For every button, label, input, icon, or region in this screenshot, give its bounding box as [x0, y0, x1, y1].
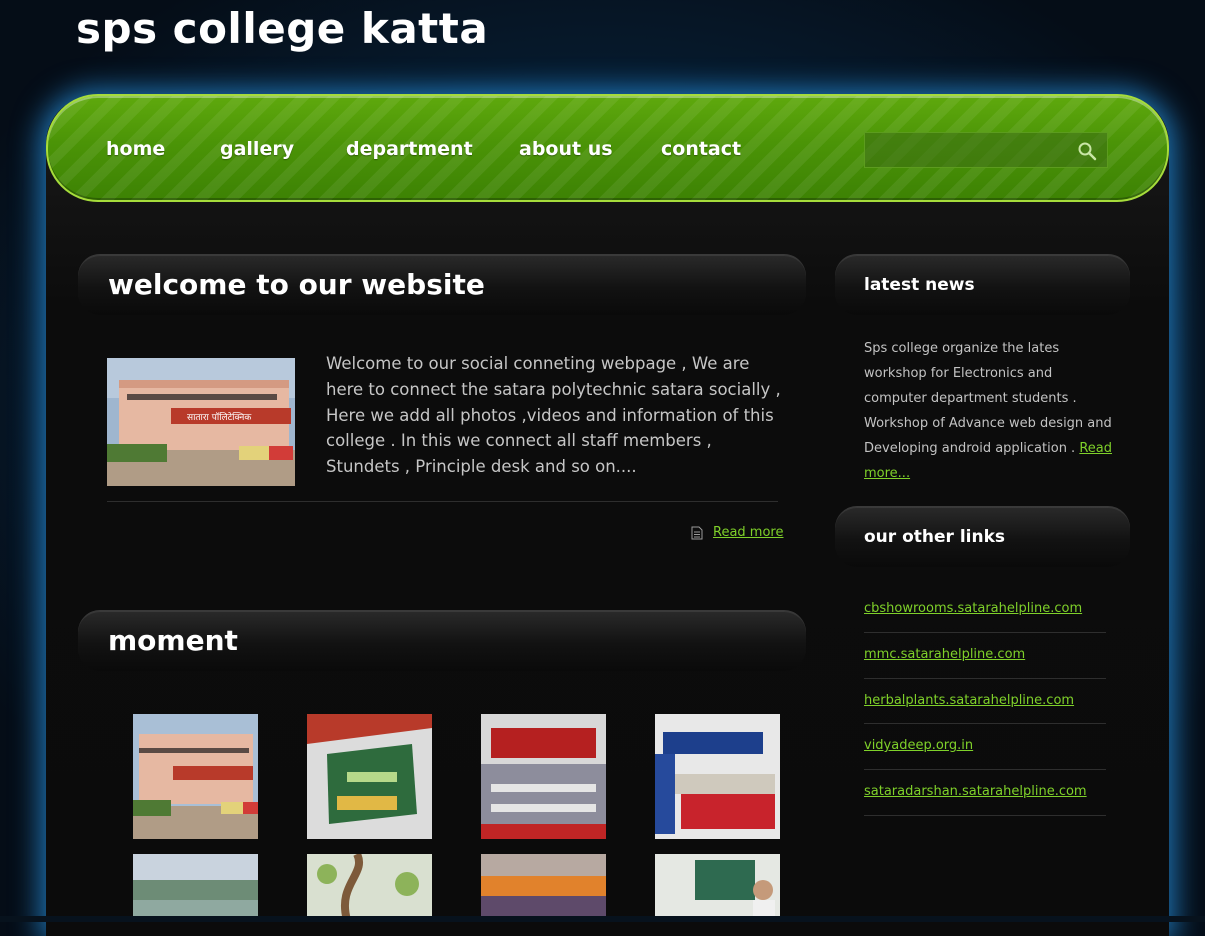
bottom-strip — [0, 916, 1205, 922]
moment-heading-bar: moment — [78, 610, 806, 671]
link-divider — [864, 723, 1106, 724]
latest-news-heading: latest news — [864, 275, 975, 295]
gallery-thumbnail[interactable] — [133, 714, 258, 839]
nav-gallery[interactable]: gallery — [220, 138, 294, 160]
search-icon[interactable] — [1077, 141, 1097, 161]
latest-news-text: Sps college organize the lates workshop … — [864, 336, 1114, 486]
search-input[interactable] — [869, 137, 1073, 165]
welcome-text: Welcome to our social conneting webpage … — [326, 354, 781, 477]
welcome-heading: welcome to our website — [108, 268, 485, 301]
site-title: sps college katta — [76, 4, 489, 53]
latest-news-body: Sps college organize the lates workshop … — [864, 341, 1112, 456]
welcome-heading-bar: welcome to our website — [78, 254, 806, 315]
welcome-divider — [107, 501, 778, 502]
nav-about-us[interactable]: about us — [519, 138, 613, 160]
gallery-thumbnail[interactable] — [655, 854, 780, 920]
link-divider — [864, 769, 1106, 770]
nav-home[interactable]: home — [106, 138, 165, 160]
nav-contact[interactable]: contact — [661, 138, 741, 160]
svg-text:सातारा पॉलिटेक्निक: सातारा पॉलिटेक्निक — [187, 411, 252, 423]
gallery-thumbnail[interactable] — [481, 714, 606, 839]
welcome-read-more-link[interactable]: Read more — [713, 525, 783, 540]
gallery-thumbnail[interactable] — [655, 714, 780, 839]
gallery-thumbnail[interactable] — [481, 854, 606, 920]
gallery-thumbnail[interactable] — [133, 854, 258, 920]
other-links-heading-bar: our other links — [835, 506, 1130, 567]
other-link-mmc[interactable]: mmc.satarahelpline.com — [864, 647, 1025, 662]
other-link-herbalplants[interactable]: herbalplants.satarahelpline.com — [864, 693, 1074, 708]
other-link-cbshowrooms[interactable]: cbshowrooms.satarahelpline.com — [864, 601, 1082, 616]
moment-heading: moment — [108, 624, 238, 657]
link-divider — [864, 815, 1106, 816]
nav-department[interactable]: department — [346, 138, 473, 160]
college-building-photo: सातारा पॉलिटेक्निक — [107, 358, 295, 486]
latest-news-heading-bar: latest news — [835, 254, 1130, 315]
other-links-heading: our other links — [864, 527, 1006, 547]
other-link-vidyadeep[interactable]: vidyadeep.org.in — [864, 738, 973, 753]
document-icon — [691, 526, 703, 540]
link-divider — [864, 678, 1106, 679]
search-box — [864, 132, 1108, 168]
gallery-thumbnail[interactable] — [307, 854, 432, 920]
link-divider — [864, 632, 1106, 633]
main-navbar: home gallery department about us contact — [46, 94, 1169, 202]
gallery-thumbnail[interactable] — [307, 714, 432, 839]
other-link-sataradarshan[interactable]: sataradarshan.satarahelpline.com — [864, 784, 1087, 799]
